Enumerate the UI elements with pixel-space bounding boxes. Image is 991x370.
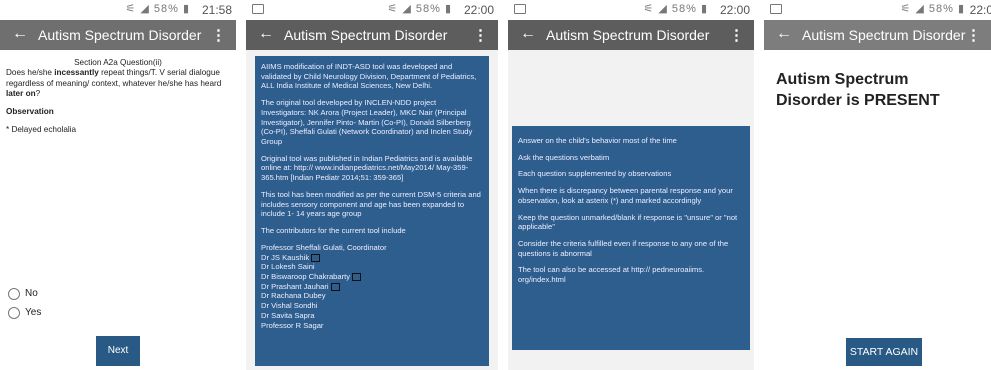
app-bar: ← Autism Spectrum Disorder ⋮ bbox=[764, 20, 991, 50]
contributor-item: Professor Sheffali Gulati, Coordinator bbox=[261, 242, 387, 252]
instruction-item: Answer on the child's behavior most of t… bbox=[518, 136, 677, 145]
status-icons: ⚟ ◢ 58% ▮ bbox=[125, 3, 190, 15]
phone-screen-about: ⚟ ◢ 58% ▮ 22:00 ← Autism Spectrum Disord… bbox=[246, 0, 498, 370]
app-bar: ← Autism Spectrum Disorder ⋮ bbox=[0, 20, 236, 50]
back-arrow-icon[interactable]: ← bbox=[520, 25, 536, 43]
status-time: 22:00 bbox=[463, 3, 494, 17]
overflow-menu-icon[interactable]: ⋮ bbox=[211, 26, 226, 44]
instruction-item: When there is discrepancy between parent… bbox=[518, 186, 733, 205]
status-icons: ⚟ ◢ 58% ▮ bbox=[900, 3, 965, 15]
app-title: Autism Spectrum Disorder bbox=[546, 27, 710, 43]
back-arrow-icon[interactable]: ← bbox=[12, 25, 28, 43]
status-icons: ⚟ ◢ 58% ▮ bbox=[387, 3, 452, 15]
app-title: Autism Spectrum Disorder bbox=[284, 27, 448, 43]
gallery-icon bbox=[252, 4, 264, 14]
about-paragraph: Original tool was published in Indian Pe… bbox=[261, 153, 473, 183]
gallery-icon bbox=[770, 4, 782, 14]
about-paragraph: This tool has been modified as per the c… bbox=[261, 189, 481, 219]
app-bar: ← Autism Spectrum Disorder ⋮ bbox=[246, 20, 498, 50]
marker-box-icon bbox=[311, 253, 321, 262]
app-bar: ← Autism Spectrum Disorder ⋮ bbox=[508, 20, 754, 50]
instruction-item: The tool can also be accessed at http://… bbox=[518, 265, 705, 285]
instruction-item: Keep the question unmarked/blank if resp… bbox=[518, 212, 738, 232]
overflow-menu-icon[interactable]: ⋮ bbox=[473, 26, 488, 44]
instruction-item: Consider the criteria fulfilled even if … bbox=[518, 239, 729, 258]
contributor-item: Dr Rachana Dubey bbox=[261, 291, 326, 301]
app-title: Autism Spectrum Disorder bbox=[802, 27, 966, 43]
back-arrow-icon[interactable]: ← bbox=[776, 25, 792, 43]
observation-item: * Delayed echolalia bbox=[6, 125, 77, 135]
start-again-button[interactable]: START AGAIN bbox=[846, 338, 922, 366]
status-bar: ⚟ ◢ 58% ▮ 22:00 bbox=[508, 0, 754, 20]
contributor-list: Professor Sheffali Gulati, Coordinator D… bbox=[261, 243, 483, 330]
next-button[interactable]: Next bbox=[96, 336, 140, 366]
question-body: Section A2a Question(ii) Does he/she inc… bbox=[0, 50, 236, 370]
question-heading: Section A2a Question(ii) bbox=[74, 58, 162, 67]
contributor-item: Dr JS Kaushik bbox=[261, 253, 483, 263]
status-bar: ⚟ ◢ 58% ▮ 22:0 bbox=[764, 0, 991, 20]
option-no[interactable]: No bbox=[8, 288, 38, 301]
contributor-item: Dr Lokesh Saini bbox=[261, 262, 315, 272]
contributor-item: Professor R Sagar bbox=[261, 320, 324, 330]
about-paragraph: The contributors for the current tool in… bbox=[261, 226, 406, 236]
status-bar: ⚟ ◢ 58% ▮ 22:00 bbox=[246, 0, 498, 20]
overflow-menu-icon[interactable]: ⋮ bbox=[729, 26, 744, 44]
contributor-item: Dr Vishal Sondhi bbox=[261, 301, 318, 311]
option-yes[interactable]: Yes bbox=[8, 307, 41, 320]
marker-box-icon bbox=[330, 282, 340, 291]
back-arrow-icon[interactable]: ← bbox=[258, 25, 274, 43]
contributor-item: Dr Prashant Jauhari bbox=[261, 282, 483, 292]
status-time: 22:00 bbox=[719, 3, 750, 17]
observation-heading: Observation bbox=[6, 107, 54, 116]
contributor-item: Dr Biswaroop Chakrabarty bbox=[261, 272, 483, 282]
status-icons: ⚟ ◢ 58% ▮ bbox=[643, 3, 708, 15]
radio-yes[interactable] bbox=[8, 307, 20, 320]
status-bar: ⚟ ◢ 58% ▮ 21:58 bbox=[0, 0, 236, 20]
overflow-menu-icon[interactable]: ⋮ bbox=[966, 26, 981, 44]
about-panel: AIIMS modification of INDT-ASD tool was … bbox=[255, 56, 489, 366]
marker-box-icon bbox=[352, 272, 362, 281]
instructions-panel: Answer on the child's behavior most of t… bbox=[512, 126, 750, 350]
gallery-icon bbox=[514, 4, 526, 14]
about-paragraph: The original tool developed by INCLEN-ND… bbox=[261, 98, 473, 147]
status-time: 22:0 bbox=[969, 3, 991, 17]
status-time: 21:58 bbox=[201, 3, 232, 17]
phone-screen-instructions: ⚟ ◢ 58% ▮ 22:00 ← Autism Spectrum Disord… bbox=[508, 0, 754, 370]
contributor-item: Dr Savita Sapra bbox=[261, 310, 315, 320]
phone-screen-question: ⚟ ◢ 58% ▮ 21:58 ← Autism Spectrum Disord… bbox=[0, 0, 236, 370]
instruction-item: Each question supplemented by observatio… bbox=[518, 169, 672, 179]
phone-screen-result: ⚟ ◢ 58% ▮ 22:0 ← Autism Spectrum Disorde… bbox=[764, 0, 991, 370]
radio-no[interactable] bbox=[8, 288, 20, 301]
instruction-item: Ask the questions verbatim bbox=[518, 152, 610, 162]
app-title: Autism Spectrum Disorder bbox=[38, 27, 202, 43]
result-text: Autism Spectrum Disorder is PRESENT bbox=[776, 71, 940, 109]
about-paragraph: AIIMS modification of INDT-ASD tool was … bbox=[261, 62, 477, 91]
question-text: Does he/she incessantly repeat things/T.… bbox=[6, 68, 222, 98]
